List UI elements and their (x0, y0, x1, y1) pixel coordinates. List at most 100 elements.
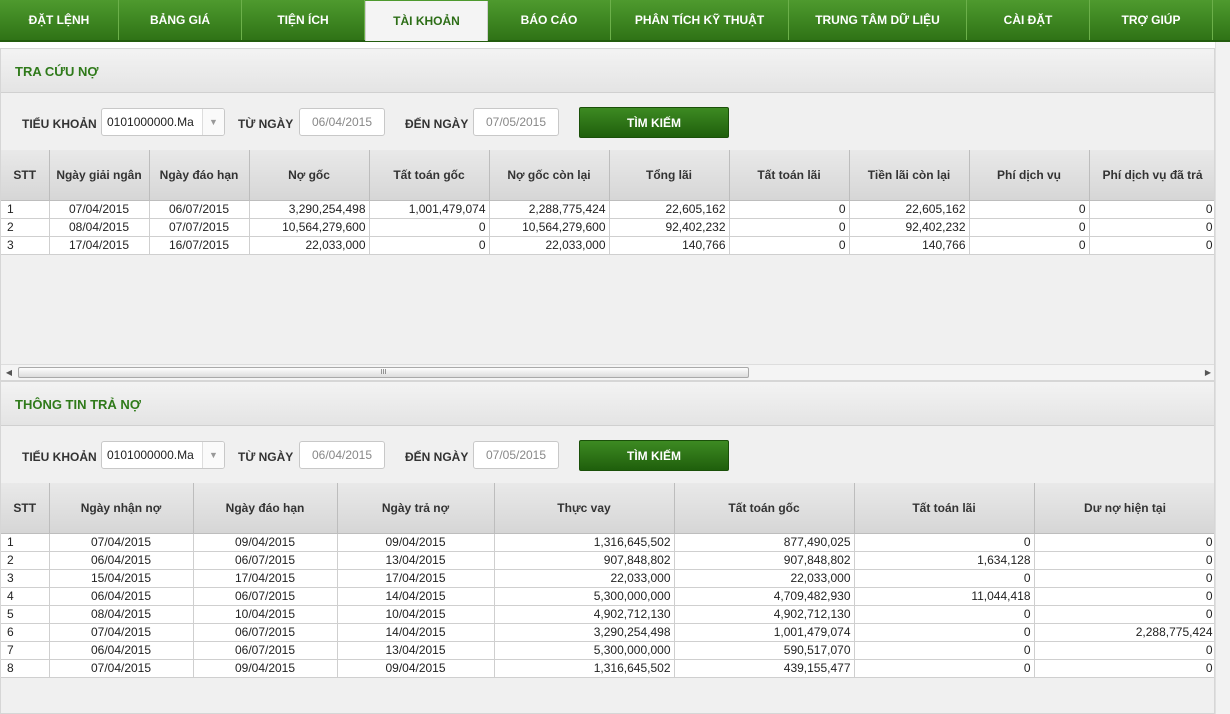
table-cell: 0 (1034, 587, 1214, 606)
from-date-input[interactable]: 06/04/2015 (299, 441, 385, 469)
table-cell: 3,290,254,498 (249, 200, 370, 219)
table-cell: 22,033,000 (494, 569, 675, 588)
table-cell: 0 (854, 623, 1035, 642)
table-cell: 06/07/2015 (149, 200, 250, 219)
search-button[interactable]: TÌM KIẾM (579, 440, 729, 471)
scroll-left-icon[interactable]: ◀ (1, 365, 17, 380)
table-row[interactable]: 8 07/04/2015 09/04/2015 09/04/2015 1,316,645… (1, 659, 1214, 678)
nav-tab[interactable]: BÁO CÁO (488, 0, 611, 40)
table-cell: 0 (1089, 218, 1214, 237)
column-header: Thực vay (494, 483, 675, 534)
table-cell: 92,402,232 (849, 218, 970, 237)
column-header: Tiền lãi còn lại (849, 150, 970, 201)
account-label: TIỂU KHOẢN (22, 450, 97, 464)
column-header: Ngày đáo hạn (149, 150, 250, 201)
table-cell: 06/04/2015 (49, 587, 194, 606)
chevron-down-icon[interactable]: ▼ (202, 442, 224, 468)
table-cell: 7 (1, 641, 50, 660)
table-row[interactable]: 3 17/04/2015 16/07/2015 22,033,000 0 22,033,0… (1, 236, 1214, 255)
table-cell: 1,634,128 (854, 551, 1035, 570)
column-header: Ngày nhận nợ (49, 483, 194, 534)
table-cell: 2,288,775,424 (1034, 623, 1214, 642)
table-cell: 3,290,254,498 (494, 623, 675, 642)
scroll-right-icon[interactable]: ▶ (1200, 365, 1214, 380)
table-row[interactable]: 7 06/04/2015 06/07/2015 13/04/2015 5,300,000… (1, 641, 1214, 660)
table-cell: 22,605,162 (609, 200, 730, 219)
table-cell: 4,709,482,930 (674, 587, 855, 606)
column-header: Dư nợ hiện tại (1034, 483, 1214, 534)
debt-filter-bar: TIỂU KHOẢN 0101000000.Ma ▼ TỪ NGÀY 06/04… (1, 107, 1214, 141)
table-cell: 2 (1, 551, 50, 570)
table-cell: 4 (1, 587, 50, 606)
account-select[interactable]: 0101000000.Ma ▼ (101, 108, 225, 136)
table-row[interactable]: 3 15/04/2015 17/04/2015 17/04/2015 22,033,00… (1, 569, 1214, 588)
column-header: Nợ gốc (249, 150, 370, 201)
table-cell: 3 (1, 569, 50, 588)
table-cell: 09/04/2015 (337, 533, 495, 552)
table-cell: 0 (854, 641, 1035, 660)
table-cell: 06/07/2015 (193, 587, 338, 606)
table-cell: 0 (729, 218, 850, 237)
table-cell: 1,001,479,074 (369, 200, 490, 219)
table-row[interactable]: 2 06/04/2015 06/07/2015 13/04/2015 907,848,8… (1, 551, 1214, 570)
vertical-scrollbar[interactable] (1215, 42, 1230, 714)
column-header: Ngày giải ngân (49, 150, 150, 201)
table-cell: 3 (1, 236, 50, 255)
to-date-input[interactable]: 07/05/2015 (473, 441, 559, 469)
from-date-input[interactable]: 06/04/2015 (299, 108, 385, 136)
scroll-thumb[interactable]: III (18, 367, 749, 378)
table-cell: 0 (369, 218, 490, 237)
table-cell: 16/07/2015 (149, 236, 250, 255)
table-cell: 0 (1034, 641, 1214, 660)
debt-table: STT Ngày giải ngân Ngày đáo hạn Nợ gốc Tất t… (1, 150, 1214, 255)
table-cell: 17/04/2015 (337, 569, 495, 588)
nav-tab[interactable]: ĐẶT LỆNH (0, 0, 119, 40)
section-title: THÔNG TIN TRẢ NỢ (15, 397, 141, 412)
nav-tab[interactable]: PHÂN TÍCH KỸ THUẬT (611, 0, 789, 40)
table-cell: 0 (729, 200, 850, 219)
table-cell: 06/04/2015 (49, 641, 194, 660)
table-cell: 0 (969, 218, 1090, 237)
account-select[interactable]: 0101000000.Ma ▼ (101, 441, 225, 469)
nav-tab[interactable]: BẢNG GIÁ (119, 0, 242, 40)
table-row[interactable]: 1 07/04/2015 09/04/2015 09/04/2015 1,316,645… (1, 533, 1214, 552)
table-cell: 0 (369, 236, 490, 255)
table-cell: 22,033,000 (674, 569, 855, 588)
table-cell: 10,564,279,600 (249, 218, 370, 237)
nav-tab[interactable]: TRUNG TÂM DỮ LIỆU (789, 0, 967, 40)
table-cell: 13/04/2015 (337, 641, 495, 660)
table-cell: 07/04/2015 (49, 623, 194, 642)
horizontal-scrollbar[interactable]: ◀ III ▶ (1, 364, 1214, 380)
table-cell: 06/07/2015 (193, 641, 338, 660)
repay-filter-bar: TIỂU KHOẢN 0101000000.Ma ▼ TỪ NGÀY 06/04… (1, 440, 1214, 474)
to-date-input[interactable]: 07/05/2015 (473, 108, 559, 136)
table-cell: 2,288,775,424 (489, 200, 610, 219)
nav-tab[interactable]: TRỢ GIÚP (1090, 0, 1213, 40)
table-cell: 92,402,232 (609, 218, 730, 237)
table-cell: 09/04/2015 (193, 533, 338, 552)
table-row[interactable]: 5 08/04/2015 10/04/2015 10/04/2015 4,902,712… (1, 605, 1214, 624)
nav-tab[interactable]: TÀI KHOẢN (365, 1, 488, 41)
table-cell: 0 (854, 605, 1035, 624)
table-cell: 0 (1034, 659, 1214, 678)
nav-tab[interactable]: CÀI ĐẶT (967, 0, 1090, 40)
search-button[interactable]: TÌM KIẾM (579, 107, 729, 138)
column-header: Tất toán gốc (369, 150, 490, 201)
nav-tab[interactable]: TIỆN ÍCH (242, 0, 365, 40)
column-header: STT (1, 483, 50, 534)
table-cell: 14/04/2015 (337, 587, 495, 606)
repay-title-bar (1, 382, 1214, 426)
table-row[interactable]: 4 06/04/2015 06/07/2015 14/04/2015 5,300,000… (1, 587, 1214, 606)
table-cell: 140,766 (849, 236, 970, 255)
table-cell: 22,605,162 (849, 200, 970, 219)
table-cell: 06/07/2015 (193, 551, 338, 570)
table-row[interactable]: 2 08/04/2015 07/07/2015 10,564,279,600 0 10,5… (1, 218, 1214, 237)
table-cell: 08/04/2015 (49, 218, 150, 237)
table-cell: 0 (1034, 605, 1214, 624)
table-row[interactable]: 1 07/04/2015 06/07/2015 3,290,254,498 1,001,… (1, 200, 1214, 219)
debt-lookup-section: TRA CỨU NỢ TIỂU KHOẢN 0101000000.Ma ▼ TỪ… (0, 48, 1215, 381)
table-cell: 10/04/2015 (193, 605, 338, 624)
table-cell: 13/04/2015 (337, 551, 495, 570)
table-row[interactable]: 6 07/04/2015 06/07/2015 14/04/2015 3,290,254… (1, 623, 1214, 642)
chevron-down-icon[interactable]: ▼ (202, 109, 224, 135)
